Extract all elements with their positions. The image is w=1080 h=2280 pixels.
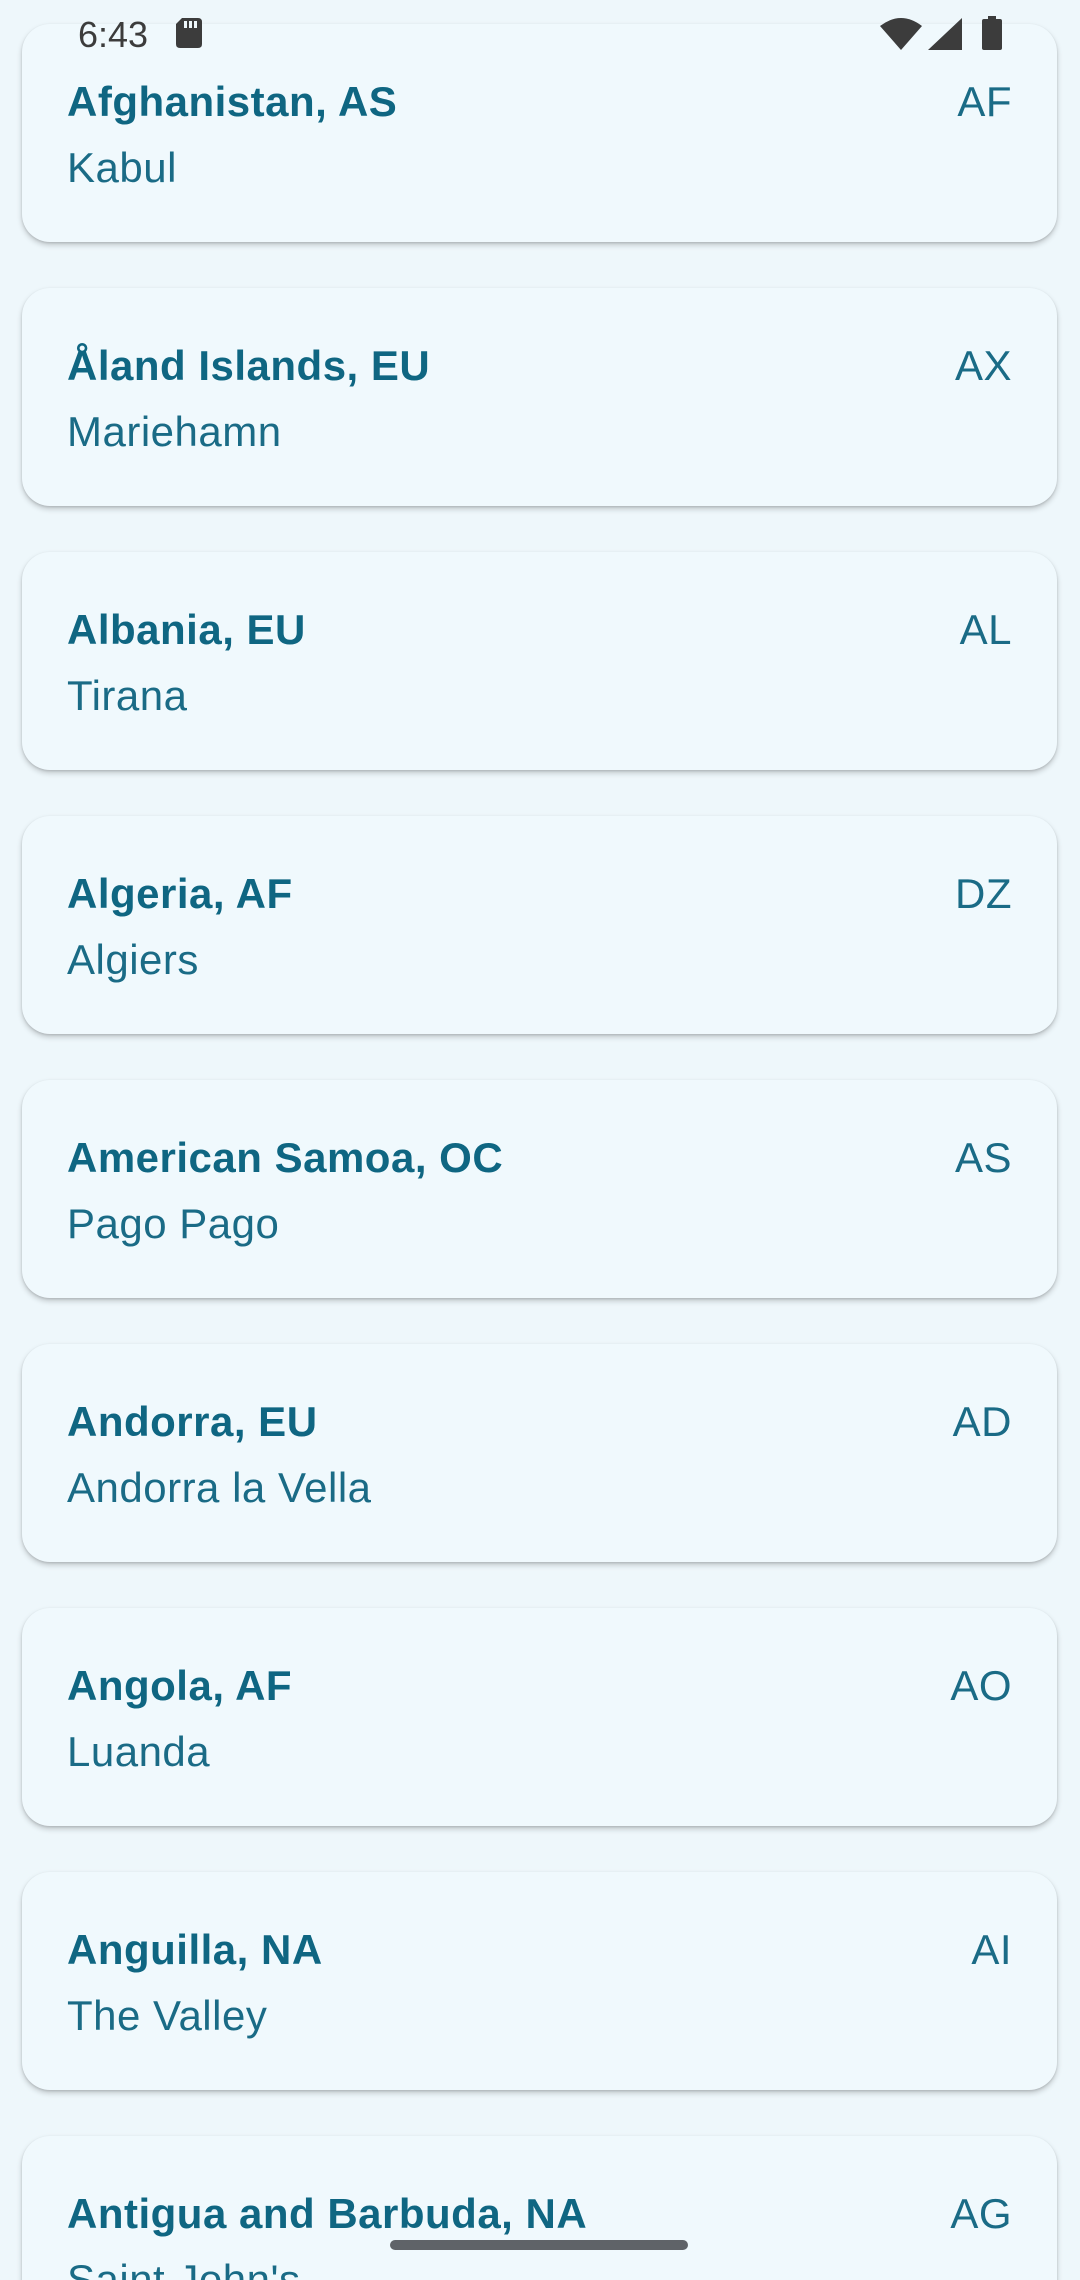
battery-icon (982, 16, 1002, 50)
country-card[interactable]: Andorra, EU Andorra la Vella AD (22, 1344, 1057, 1562)
country-capital: Andorra la Vella (67, 1464, 372, 1511)
country-card[interactable]: Antigua and Barbuda, NA Saint John's AG (22, 2136, 1057, 2280)
country-name: Anguilla, NA (67, 1926, 323, 1973)
country-code: AX (954, 342, 1012, 389)
country-name: Afghanistan, AS (67, 78, 398, 125)
country-code: AD (952, 1398, 1012, 1445)
country-capital: Mariehamn (67, 408, 282, 455)
country-capital: Tirana (67, 672, 188, 719)
country-card[interactable]: Anguilla, NA The Valley AI (22, 1872, 1057, 2090)
country-code: DZ (955, 870, 1012, 917)
status-bar: 6:43 (0, 0, 1080, 70)
country-capital: Saint John's (67, 2256, 301, 2280)
country-card[interactable]: Algeria, AF Algiers DZ (22, 816, 1057, 1034)
country-code: AO (950, 1662, 1012, 1709)
country-capital: The Valley (67, 1992, 268, 2039)
country-name: Antigua and Barbuda, NA (67, 2190, 588, 2237)
country-capital: Kabul (67, 144, 177, 191)
country-capital: Pago Pago (67, 1200, 280, 1247)
country-code: AG (950, 2190, 1012, 2237)
country-name: Angola, AF (67, 1662, 293, 1709)
country-code: AL (959, 606, 1012, 653)
country-code: AI (971, 1926, 1012, 1973)
country-card[interactable]: Angola, AF Luanda AO (22, 1608, 1057, 1826)
status-time: 6:43 (78, 14, 149, 55)
country-name: Åland Islands, EU (67, 342, 431, 389)
country-card[interactable]: Åland Islands, EU Mariehamn AX (22, 288, 1057, 506)
country-name: American Samoa, OC (67, 1134, 504, 1181)
gesture-nav-handle[interactable] (390, 2240, 688, 2250)
country-name: Algeria, AF (67, 870, 293, 917)
country-code: AS (954, 1134, 1012, 1181)
country-capital: Luanda (67, 1728, 211, 1775)
cellular-signal-icon (928, 18, 962, 50)
country-code: AF (957, 78, 1012, 125)
country-name: Albania, EU (67, 606, 306, 653)
country-capital: Algiers (67, 936, 199, 983)
wifi-icon (880, 18, 922, 50)
sd-card-icon (176, 18, 202, 48)
country-card[interactable]: American Samoa, OC Pago Pago AS (22, 1080, 1057, 1298)
country-list-screen: 6:43 Afghanistan, AS Kabul AF Åland Isla… (0, 0, 1080, 2280)
country-name: Andorra, EU (67, 1398, 318, 1445)
country-card[interactable]: Albania, EU Tirana AL (22, 552, 1057, 770)
